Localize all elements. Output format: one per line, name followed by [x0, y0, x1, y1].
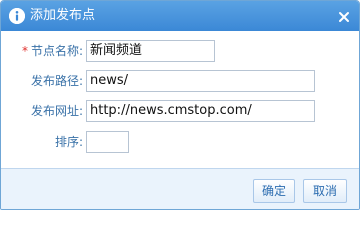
form-row-sort: 排序:	[1, 131, 359, 153]
dialog: 添加发布点 * 节点名称: 新闻频道 发布路径: news/ 发布网址: http…	[0, 0, 360, 210]
name-label-text: 节点名称:	[30, 44, 83, 58]
sort-input[interactable]	[86, 131, 129, 153]
info-icon	[9, 8, 25, 24]
name-label: * 节点名称:	[1, 40, 83, 62]
name-input[interactable]: 新闻频道	[86, 40, 215, 62]
required-mark: *	[21, 44, 28, 58]
dialog-titlebar[interactable]: 添加发布点	[1, 1, 359, 31]
ok-button[interactable]: 确定	[253, 179, 295, 203]
sort-label: 排序:	[54, 135, 83, 149]
url-input[interactable]: http://news.cmstop.com/	[86, 100, 315, 122]
url-label: 发布网址:	[30, 104, 83, 118]
close-icon[interactable]	[337, 9, 351, 23]
cancel-button[interactable]: 取消	[303, 179, 347, 203]
form-row-path: 发布路径: news/	[1, 70, 359, 92]
form-row-url: 发布网址: http://news.cmstop.com/	[1, 100, 359, 122]
form-row-name: * 节点名称: 新闻频道	[1, 40, 359, 62]
path-input[interactable]: news/	[86, 70, 315, 92]
dialog-title: 添加发布点	[30, 8, 96, 23]
dialog-footer: 确定 取消	[1, 168, 359, 209]
path-label: 发布路径:	[30, 74, 83, 88]
